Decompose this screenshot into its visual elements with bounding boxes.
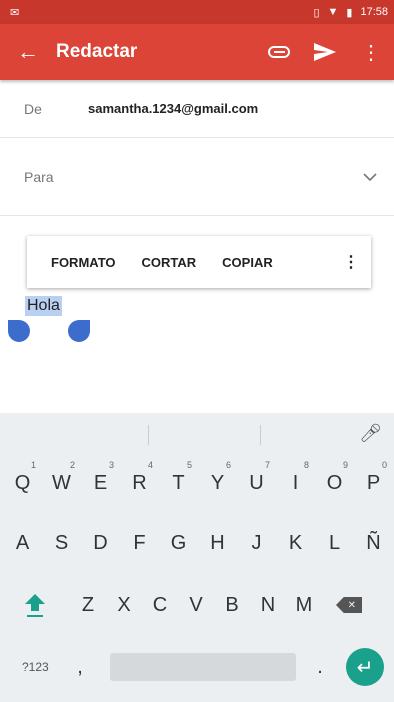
key-k[interactable]: K <box>276 532 315 555</box>
battery-icon: ▮ <box>346 6 353 19</box>
key-h[interactable]: H <box>198 532 237 555</box>
back-arrow-icon[interactable]: ← <box>0 24 56 80</box>
key-z[interactable]: Z <box>70 594 106 617</box>
app-bar: ← Redactar ⋮ <box>0 24 394 80</box>
symbols-key[interactable]: ?123 <box>0 660 60 674</box>
key-a[interactable]: A <box>3 532 42 555</box>
key-w[interactable]: W2 <box>42 460 81 495</box>
cut-button[interactable]: CORTAR <box>129 255 210 270</box>
keyboard: 🎤︎ Q1W2E3R4T5Y6U7I8O9P0 ASDFGHJKLÑ ZXCVB… <box>0 413 394 702</box>
send-icon[interactable] <box>302 24 348 80</box>
shift-icon[interactable] <box>0 593 70 617</box>
enter-icon[interactable]: ↵ <box>346 648 384 686</box>
key-q[interactable]: Q1 <box>3 460 42 495</box>
to-label: Para <box>24 168 54 185</box>
period-key[interactable]: . <box>296 656 344 679</box>
keyboard-row-2: ASDFGHJKLÑ <box>0 517 394 569</box>
key-r[interactable]: R4 <box>120 460 159 495</box>
key-ñ[interactable]: Ñ <box>354 532 393 555</box>
text-selection-menu: FORMATO CORTAR COPIAR ⋮ <box>27 236 371 288</box>
key-b[interactable]: B <box>214 594 250 617</box>
key-e[interactable]: E3 <box>81 460 120 495</box>
suggestion-strip: 🎤︎ <box>0 413 394 457</box>
vibrate-icon: ▯ <box>313 6 320 19</box>
status-time: 17:58 <box>360 6 388 18</box>
key-x[interactable]: X <box>106 594 142 617</box>
more-options-icon[interactable]: ⋮ <box>331 252 371 272</box>
keyboard-row-3: ZXCVBNM ✕ <box>0 579 394 631</box>
suggestion-divider <box>260 425 261 445</box>
selection-handle-left[interactable] <box>8 320 30 342</box>
from-label: De <box>24 100 42 117</box>
key-g[interactable]: G <box>159 532 198 555</box>
key-v[interactable]: V <box>178 594 214 617</box>
page-title: Redactar <box>56 41 138 62</box>
suggestion-divider <box>148 425 149 445</box>
keyboard-row-4: ?123 , . ↵ <box>0 641 394 693</box>
to-row[interactable]: Para <box>0 138 394 216</box>
backspace-icon[interactable]: ✕ <box>322 597 376 613</box>
key-j[interactable]: J <box>237 532 276 555</box>
key-i[interactable]: I8 <box>276 460 315 495</box>
selection-handle-right[interactable] <box>68 320 90 342</box>
status-bar: ✉ ▯ ▼ ▮ 17:58 <box>0 0 394 24</box>
copy-button[interactable]: COPIAR <box>209 255 286 270</box>
key-f[interactable]: F <box>120 532 159 555</box>
from-value[interactable]: samantha.1234@gmail.com <box>88 101 258 116</box>
from-row: De samantha.1234@gmail.com <box>0 80 394 138</box>
chevron-down-icon[interactable] <box>346 172 394 181</box>
wifi-icon: ▼ <box>327 6 339 18</box>
key-n[interactable]: N <box>250 594 286 617</box>
selected-body-text[interactable]: Hola <box>25 296 62 316</box>
mic-icon[interactable]: 🎤︎ <box>359 423 382 444</box>
key-p[interactable]: P0 <box>354 460 393 495</box>
space-key[interactable] <box>110 653 296 681</box>
key-u[interactable]: U7 <box>237 460 276 495</box>
key-s[interactable]: S <box>42 532 81 555</box>
key-m[interactable]: M <box>286 594 322 617</box>
format-button[interactable]: FORMATO <box>27 255 129 270</box>
key-o[interactable]: O9 <box>315 460 354 495</box>
keyboard-row-1: Q1W2E3R4T5Y6U7I8O9P0 <box>0 457 394 509</box>
key-y[interactable]: Y6 <box>198 460 237 495</box>
notification-icon: ✉ <box>10 6 20 19</box>
key-l[interactable]: L <box>315 532 354 555</box>
key-t[interactable]: T5 <box>159 460 198 495</box>
key-d[interactable]: D <box>81 532 120 555</box>
key-c[interactable]: C <box>142 594 178 617</box>
more-vert-icon[interactable]: ⋮ <box>348 24 394 80</box>
comma-key[interactable]: , <box>60 656 100 679</box>
attach-icon[interactable] <box>256 24 302 80</box>
